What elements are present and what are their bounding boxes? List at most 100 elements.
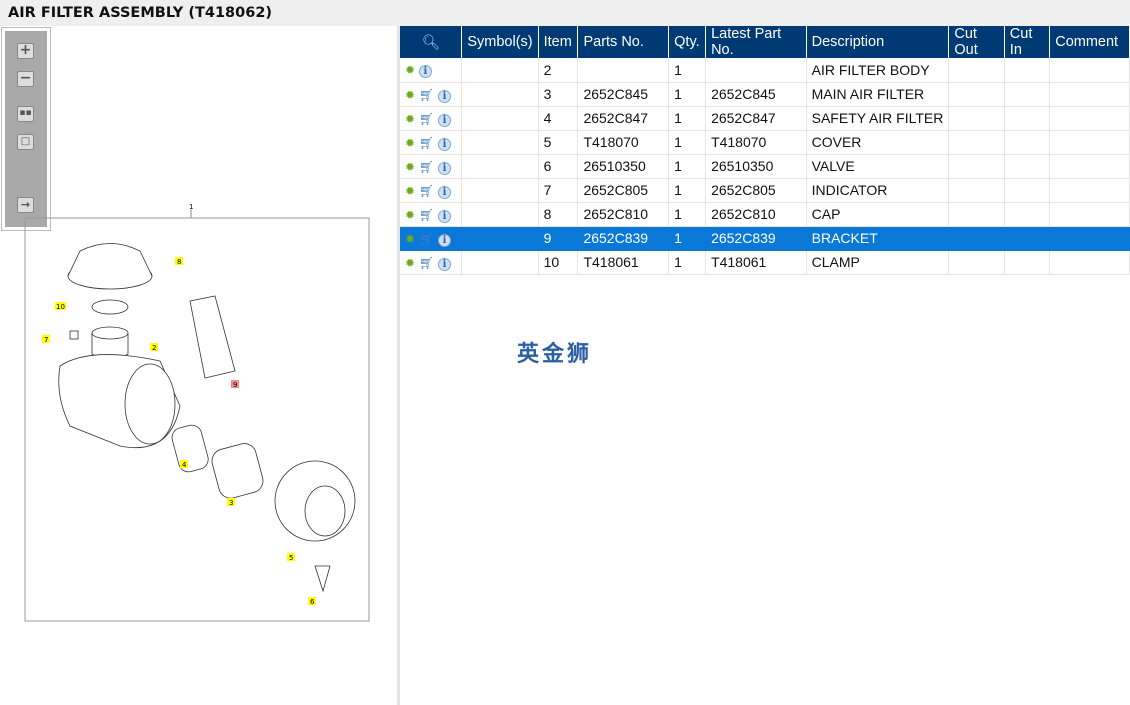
watermark: 英金狮 (517, 342, 593, 367)
svg-text:5: 5 (289, 554, 293, 562)
table-row[interactable]: ✹ 🛒︎ i 6 26510350 1 26510350 VALVE (400, 154, 1130, 179)
part-no-cell: 26510350 (577, 154, 670, 179)
cart-icon[interactable]: 🛒︎ (419, 256, 434, 270)
cut-out-cell (948, 202, 1005, 227)
gear-icon[interactable]: ✹ (405, 136, 415, 150)
symbols-cell (461, 130, 539, 155)
search-icon[interactable]: 🔍︎ (421, 35, 439, 51)
cut-in-cell (1004, 178, 1051, 203)
gear-icon[interactable]: ✹ (405, 232, 415, 246)
cut-out-cell (948, 106, 1005, 131)
symbols-cell (461, 202, 539, 227)
latest-part-cell: T418070 (705, 130, 807, 155)
cart-icon[interactable]: 🛒︎ (419, 232, 434, 246)
comment-cell (1049, 178, 1130, 203)
qty-cell: 1 (668, 178, 707, 203)
cut-out-cell (948, 226, 1005, 251)
qty-cell: 1 (668, 250, 707, 275)
cart-icon[interactable]: 🛒︎ (419, 136, 434, 150)
qty-cell: 1 (668, 58, 707, 83)
part-no-cell: 2652C805 (577, 178, 670, 203)
description-cell: SAFETY AIR FILTER (806, 106, 950, 131)
info-icon[interactable]: i (438, 233, 452, 247)
cart-icon[interactable]: 🛒︎ (419, 160, 434, 174)
table-row[interactable]: ✹ 🛒︎ i 4 2652C847 1 2652C847 SAFETY AIR … (400, 106, 1130, 131)
item-cell: 2 (538, 58, 579, 83)
cut-in-cell (1004, 226, 1051, 251)
diagram-pane[interactable]: + − ▪▪ □ → 1 8 10 7 2 9 4 3 5 6 (0, 26, 397, 705)
comment-cell (1049, 130, 1130, 155)
info-icon[interactable]: i (438, 137, 452, 151)
cut-out-cell (948, 154, 1005, 179)
gear-icon[interactable]: ✹ (405, 256, 415, 270)
part-no-cell: 2652C810 (577, 202, 670, 227)
cut-out-cell (948, 250, 1005, 275)
info-icon[interactable]: i (438, 89, 452, 103)
info-icon[interactable]: i (418, 65, 432, 79)
search-column-header[interactable]: 🔍︎ (400, 26, 463, 58)
gear-icon[interactable]: ✹ (405, 184, 415, 198)
qty-cell: 1 (668, 130, 707, 155)
info-icon[interactable]: i (438, 185, 452, 199)
table-row[interactable]: ✹ i 2 1 AIR FILTER BODY (400, 58, 1130, 83)
comment-cell (1049, 202, 1130, 227)
comment-cell (1049, 226, 1130, 251)
gear-icon[interactable]: ✹ (405, 208, 415, 222)
table-row[interactable]: ✹ 🛒︎ i 7 2652C805 1 2652C805 INDICATOR (400, 178, 1130, 203)
table-row[interactable]: ✹ 🛒︎ i 9 2652C839 1 2652C839 BRACKET (400, 226, 1130, 251)
callout-1: 1 (189, 203, 193, 211)
svg-text:9: 9 (233, 381, 237, 389)
latest-part-cell: 2652C810 (705, 202, 807, 227)
description-cell: INDICATOR (806, 178, 950, 203)
info-icon[interactable]: i (438, 161, 452, 175)
qty-cell: 1 (668, 106, 707, 131)
gear-icon[interactable]: ✹ (405, 63, 415, 77)
svg-text:8: 8 (177, 258, 181, 266)
table-row[interactable]: ✹ 🛒︎ i 10 T418061 1 T418061 CLAMP (400, 250, 1130, 275)
cut-in-cell (1004, 154, 1051, 179)
description-cell: AIR FILTER BODY (806, 58, 950, 83)
item-cell: 5 (538, 130, 579, 155)
cart-icon[interactable]: 🛒︎ (419, 112, 434, 126)
qty-cell: 1 (668, 226, 707, 251)
cart-icon[interactable]: 🛒︎ (419, 88, 434, 102)
part-no-cell: 2652C839 (577, 226, 670, 251)
col-cut-in[interactable]: Cut In (1004, 26, 1051, 58)
svg-text:7: 7 (44, 336, 48, 344)
table-row[interactable]: ✹ 🛒︎ i 3 2652C845 1 2652C845 MAIN AIR FI… (400, 82, 1130, 107)
description-cell: VALVE (806, 154, 950, 179)
svg-text:3: 3 (229, 499, 233, 507)
info-icon[interactable]: i (438, 113, 452, 127)
col-item[interactable]: Item (538, 26, 579, 58)
item-cell: 3 (538, 82, 579, 107)
col-symbols[interactable]: Symbol(s) (461, 26, 539, 58)
table-row[interactable]: ✹ 🛒︎ i 5 T418070 1 T418070 COVER (400, 130, 1130, 155)
col-cut-out[interactable]: Cut Out (948, 26, 1005, 58)
gear-icon[interactable]: ✹ (405, 88, 415, 102)
part-no-cell: T418070 (577, 130, 670, 155)
latest-part-cell (705, 58, 807, 83)
gear-icon[interactable]: ✹ (405, 160, 415, 174)
table-row[interactable]: ✹ 🛒︎ i 8 2652C810 1 2652C810 CAP (400, 202, 1130, 227)
info-icon[interactable]: i (438, 209, 452, 223)
info-icon[interactable]: i (438, 257, 452, 271)
cart-icon[interactable]: 🛒︎ (419, 184, 434, 198)
cut-in-cell (1004, 250, 1051, 275)
cut-out-cell (948, 82, 1005, 107)
col-latest-part-no[interactable]: Latest Part No. (705, 26, 807, 58)
exploded-diagram: 1 8 10 7 2 9 4 3 5 6 (24, 203, 370, 622)
col-comment[interactable]: Comment (1049, 26, 1130, 58)
col-parts-no[interactable]: Parts No. (577, 26, 670, 58)
description-cell: MAIN AIR FILTER (806, 82, 950, 107)
latest-part-cell: 2652C845 (705, 82, 807, 107)
col-qty[interactable]: Qty. (668, 26, 707, 58)
col-description[interactable]: Description (806, 26, 950, 58)
symbols-cell (461, 82, 539, 107)
latest-part-cell: T418061 (705, 250, 807, 275)
cart-icon[interactable]: 🛒︎ (419, 208, 434, 222)
item-cell: 9 (538, 226, 579, 251)
symbols-cell (461, 250, 539, 275)
gear-icon[interactable]: ✹ (405, 112, 415, 126)
latest-part-cell: 2652C839 (705, 226, 807, 251)
part-no-cell: T418061 (577, 250, 670, 275)
